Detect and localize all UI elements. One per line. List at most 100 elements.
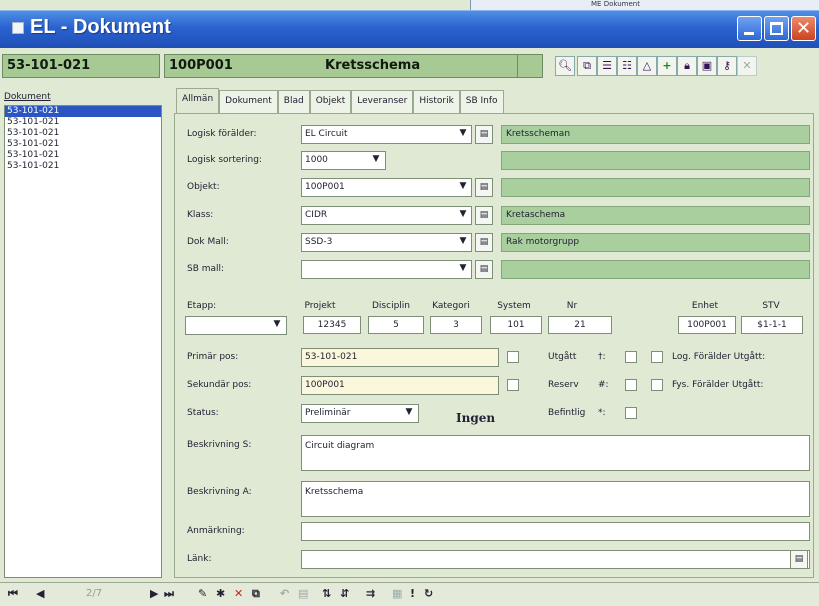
- delete-record-icon[interactable]: ✕: [234, 587, 243, 600]
- outdent-button[interactable]: ☷: [617, 56, 637, 76]
- details-button[interactable]: ▤: [475, 206, 493, 225]
- key-button[interactable]: ⚷: [717, 56, 737, 76]
- projekt-field[interactable]: 12345: [303, 316, 361, 334]
- logisk-sortering-description: [501, 151, 810, 170]
- details-button[interactable]: ▤: [475, 178, 493, 197]
- tab-historik[interactable]: Historik: [413, 90, 460, 114]
- stv-field[interactable]: $1-1-1: [741, 316, 803, 334]
- sekundar-pos-field[interactable]: 100P001: [301, 376, 499, 395]
- first-record-icon[interactable]: ⏮: [8, 587, 18, 601]
- disciplin-field[interactable]: 5: [368, 316, 424, 334]
- copy-record-icon[interactable]: ⧉: [252, 587, 260, 601]
- logisk-forelder-label: Logisk förälder:: [187, 129, 257, 139]
- refresh-icon[interactable]: ↻: [424, 587, 433, 600]
- chevron-down-icon[interactable]: ▼: [456, 126, 470, 143]
- maximize-button[interactable]: [764, 16, 789, 41]
- klass-value: CIDR: [305, 210, 328, 220]
- approve-button[interactable]: △: [637, 56, 657, 76]
- list-item[interactable]: 53-101-021: [5, 161, 161, 172]
- save-record-icon[interactable]: ▤: [298, 587, 308, 600]
- primar-pos-field[interactable]: 53-101-021: [301, 348, 499, 367]
- kategori-field[interactable]: 3: [430, 316, 482, 334]
- lank-field[interactable]: [301, 550, 810, 569]
- next-record-icon[interactable]: ▶: [150, 587, 158, 600]
- window-title: EL - Dokument: [30, 16, 171, 38]
- sb-mall-select[interactable]: [301, 260, 472, 279]
- document-list[interactable]: 53-101-021 53-101-021 53-101-021 53-101-…: [4, 105, 162, 578]
- add-button[interactable]: +: [657, 56, 677, 76]
- system-field[interactable]: 101: [490, 316, 542, 334]
- grid-icon[interactable]: ▦: [392, 587, 402, 600]
- tab-dokument[interactable]: Dokument: [219, 90, 278, 114]
- system-column-label: System: [497, 301, 531, 311]
- info-icon[interactable]: !: [410, 587, 415, 600]
- indent-button[interactable]: ☰: [597, 56, 617, 76]
- background-window-title: ME Dokument: [591, 0, 640, 8]
- details-button[interactable]: ▤: [475, 125, 493, 144]
- tab-objekt[interactable]: Objekt: [309, 90, 352, 114]
- objekt-select[interactable]: 100P001: [301, 178, 472, 197]
- etapp-label: Etapp:: [187, 301, 217, 311]
- logisk-forelder-select[interactable]: EL Circuit: [301, 125, 472, 144]
- sekundar-pos-checkbox[interactable]: [507, 379, 519, 391]
- befintlig-checkbox[interactable]: [625, 407, 637, 419]
- utgatt-checkbox[interactable]: [625, 351, 637, 363]
- copy-button[interactable]: ⧉: [577, 56, 597, 76]
- chevron-down-icon[interactable]: ▼: [270, 317, 284, 334]
- list-item[interactable]: 53-101-021: [5, 106, 161, 117]
- document-list-label: Dokument: [4, 92, 51, 102]
- chevron-down-icon[interactable]: ▼: [369, 152, 383, 169]
- reserv-checkbox[interactable]: [625, 379, 637, 391]
- chevron-down-icon[interactable]: ▼: [456, 261, 470, 278]
- edit-icon[interactable]: ✎: [198, 587, 207, 600]
- chevron-down-icon[interactable]: ▼: [402, 405, 416, 422]
- new-record-icon[interactable]: ✱: [216, 587, 225, 600]
- utgatt-label: Utgått: [548, 352, 577, 362]
- primar-pos-checkbox[interactable]: [507, 351, 519, 363]
- details-button[interactable]: ▤: [475, 260, 493, 279]
- dok-mall-select[interactable]: SSD-3: [301, 233, 472, 252]
- beskrivning-a-label: Beskrivning A:: [187, 487, 252, 497]
- enhet-field[interactable]: 100P001: [678, 316, 736, 334]
- beskrivning-s-label: Beskrivning S:: [187, 440, 252, 450]
- tab-leveranser[interactable]: Leveranser: [351, 90, 414, 114]
- previous-record-icon[interactable]: ◀: [36, 587, 44, 600]
- log-forelder-utgatt-checkbox[interactable]: [651, 351, 663, 363]
- chevron-down-icon[interactable]: ▼: [456, 179, 470, 196]
- beskrivning-s-field[interactable]: Circuit diagram: [301, 435, 810, 471]
- list-item[interactable]: 53-101-021: [5, 150, 161, 161]
- filter-icon[interactable]: ⇉: [366, 587, 375, 600]
- klass-select[interactable]: CIDR: [301, 206, 472, 225]
- objekt-description: [501, 178, 810, 197]
- form-icon: ▤: [794, 554, 804, 564]
- lank-details-button[interactable]: ▤: [790, 550, 808, 569]
- details-button[interactable]: ▤: [475, 233, 493, 252]
- save-button[interactable]: ▣: [697, 56, 717, 76]
- close-button[interactable]: ✕: [791, 16, 816, 41]
- chevron-down-icon[interactable]: ▼: [456, 207, 470, 224]
- befintlig-label: Befintlig: [548, 408, 586, 418]
- chevron-down-icon[interactable]: ▼: [456, 234, 470, 251]
- list-item[interactable]: 53-101-021: [5, 117, 161, 128]
- dok-mall-description: Rak motorgrupp: [501, 233, 810, 252]
- tab-allman[interactable]: Allmän: [176, 88, 220, 114]
- search-button[interactable]: 🔍︎: [555, 56, 575, 76]
- lock-button[interactable]: 🔒︎: [677, 56, 697, 76]
- anmarkning-field[interactable]: [301, 522, 810, 541]
- delete-button[interactable]: ✕: [737, 56, 757, 76]
- list-item[interactable]: 53-101-021: [5, 128, 161, 139]
- lank-label: Länk:: [187, 554, 212, 564]
- minimize-button[interactable]: [737, 16, 762, 41]
- tab-blad[interactable]: Blad: [277, 90, 310, 114]
- nr-field[interactable]: 21: [548, 316, 612, 334]
- fys-forelder-utgatt-checkbox[interactable]: [651, 379, 663, 391]
- sort-descending-icon[interactable]: ⇵: [340, 587, 349, 600]
- primar-pos-label: Primär pos:: [187, 352, 239, 362]
- last-record-icon[interactable]: ⏭: [164, 587, 174, 601]
- beskrivning-a-field[interactable]: Kretsschema: [301, 481, 810, 517]
- undo-icon[interactable]: ↶: [280, 587, 289, 600]
- sort-ascending-icon[interactable]: ⇅: [322, 587, 331, 600]
- logisk-sortering-label: Logisk sortering:: [187, 155, 262, 165]
- tab-sb-info[interactable]: SB Info: [459, 90, 504, 114]
- list-item[interactable]: 53-101-021: [5, 139, 161, 150]
